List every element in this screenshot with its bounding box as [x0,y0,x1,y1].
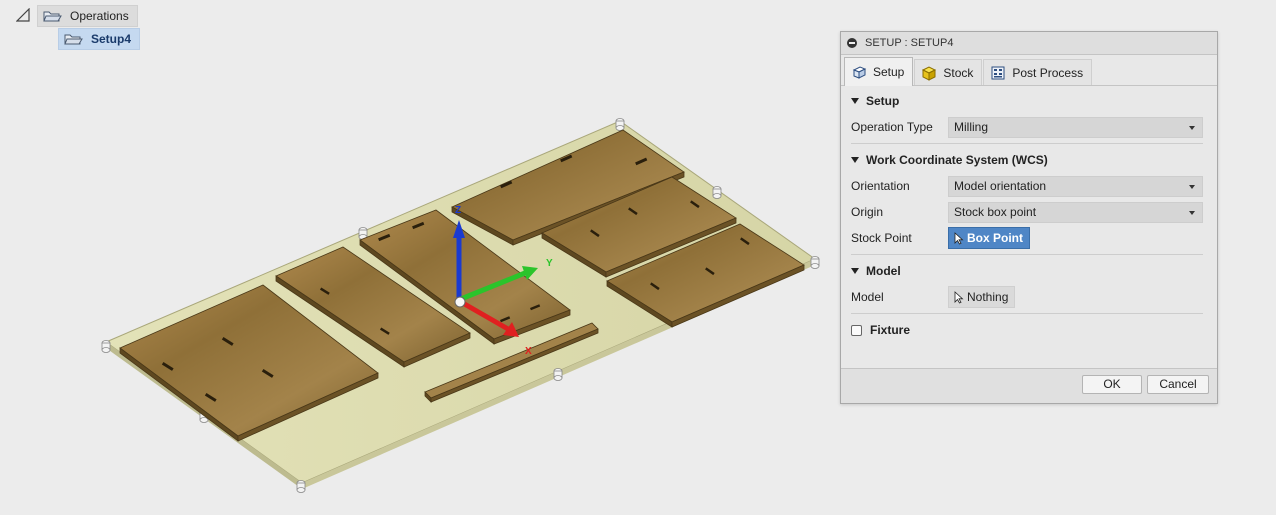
divider [851,313,1203,314]
tab-label: Post Process [1012,65,1084,80]
expand-triangle-icon [851,98,859,104]
dialog-tabs: Setup Stock Post Process [841,55,1217,86]
model-select-button[interactable]: Nothing [948,286,1016,308]
post-process-icon [991,66,1005,79]
section-title: Setup [866,94,900,108]
collapse-dialog-icon[interactable] [847,38,857,48]
operation-type-row: Operation Type Milling [841,114,1217,140]
chevron-down-icon [1189,125,1195,130]
dialog-title: SETUP : SETUP4 [865,37,954,49]
tree-item-label: Setup4 [91,32,132,46]
marker-bottom [296,480,306,493]
origin-value: Stock box point [954,204,1037,219]
stock-cube-icon [922,65,937,81]
wcs-origin-sphere [454,296,466,308]
collapse-triangle-icon[interactable] [16,8,30,22]
ok-button[interactable]: OK [1082,375,1142,394]
model-row: Model Nothing [841,284,1217,310]
model-viewport[interactable]: Z Y X [0,0,830,515]
origin-label: Origin [851,205,884,219]
dialog-footer: OK Cancel [841,368,1217,403]
orientation-select[interactable]: Model orientation [948,175,1203,197]
marker-right [810,256,820,269]
z-axis-label: Z [455,205,461,216]
orientation-value: Model orientation [954,178,1047,193]
model-value: Nothing [967,290,1009,304]
setup-icon [852,66,867,79]
tab-setup[interactable]: Setup [844,57,914,86]
expand-triangle-icon [851,157,859,163]
operation-type-label: Operation Type [851,120,933,134]
stock-point-select-button[interactable]: Box Point [948,227,1030,249]
orientation-label: Orientation [851,179,910,193]
tree-item-label: Operations [70,9,129,23]
tab-label: Setup [873,65,905,79]
tab-label: Stock [943,65,974,80]
section-wcs-header[interactable]: Work Coordinate System (WCS) [841,147,1217,173]
dialog-titlebar[interactable]: SETUP : SETUP4 [841,32,1217,55]
section-title: Work Coordinate System (WCS) [866,153,1048,167]
y-axis-label: Y [546,258,553,269]
tab-post-process[interactable]: Post Process [983,59,1093,85]
stock-point-row: Stock Point Box Point [841,225,1217,251]
cursor-arrow-icon [954,290,964,304]
orientation-row: Orientation Model orientation [841,173,1217,199]
divider [851,143,1203,144]
model-label: Model [851,290,884,304]
section-model-header[interactable]: Model [841,258,1217,284]
folder-open-icon [43,11,62,22]
operation-type-value: Milling [954,119,989,134]
divider [851,254,1203,255]
fixture-row[interactable]: Fixture [841,317,1217,343]
origin-select[interactable]: Stock box point [948,201,1203,223]
fixture-label: Fixture [870,323,911,337]
expand-triangle-icon [851,268,859,274]
operation-type-select[interactable]: Milling [948,116,1203,138]
marker-top [615,118,625,131]
setup-dialog: SETUP : SETUP4 Setup Stock Post Process … [840,31,1218,404]
marker-bottom-right [553,368,563,381]
section-setup-header[interactable]: Setup [841,88,1217,114]
chevron-down-icon [1189,210,1195,215]
fixture-checkbox[interactable] [851,324,862,336]
tab-stock[interactable]: Stock [914,59,983,85]
stock-point-value: Box Point [967,231,1023,245]
chevron-down-icon [1189,184,1195,189]
section-title: Model [866,264,901,278]
x-axis-label: X [525,346,532,357]
cursor-arrow-icon [954,231,964,245]
marker-top-right [712,186,722,199]
marker-left [101,340,111,353]
cancel-button[interactable]: Cancel [1147,375,1209,394]
tree-item-operations[interactable]: Operations [37,5,138,27]
folder-open-icon [64,34,83,45]
tree-item-setup4[interactable]: Setup4 [58,28,141,50]
stock-point-label: Stock Point [851,231,912,245]
origin-row: Origin Stock box point [841,199,1217,225]
